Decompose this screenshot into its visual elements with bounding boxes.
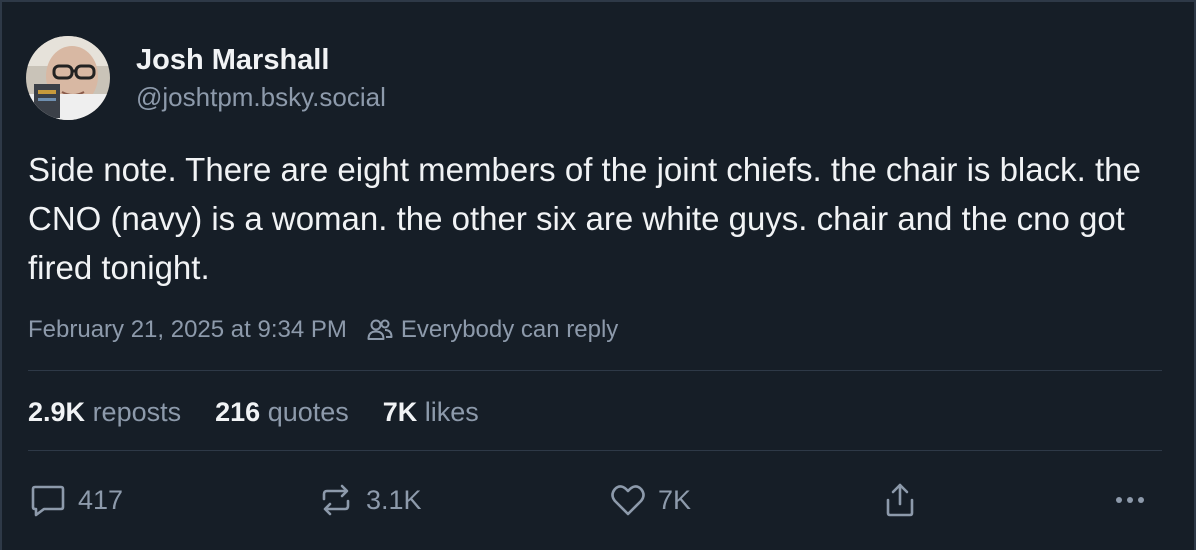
likes-count[interactable]: 7K likes bbox=[383, 394, 479, 430]
share-button[interactable] bbox=[880, 478, 930, 522]
more-options-icon bbox=[1116, 497, 1144, 503]
repost-count: 3.1K bbox=[366, 484, 422, 515]
reposts-count-label: reposts bbox=[92, 397, 182, 427]
quotes-count[interactable]: 216 quotes bbox=[215, 394, 349, 430]
divider bbox=[28, 450, 1162, 451]
repost-button[interactable]: 3.1K bbox=[316, 478, 422, 522]
reposts-count-value: 2.9K bbox=[28, 397, 86, 427]
author-info: Josh Marshall @joshtpm.bsky.social bbox=[136, 41, 386, 115]
post-timestamp[interactable]: February 21, 2025 at 9:34 PM bbox=[28, 314, 347, 346]
like-count: 7K bbox=[658, 484, 692, 515]
share-icon bbox=[886, 483, 914, 517]
people-icon bbox=[367, 319, 393, 340]
divider bbox=[28, 370, 1162, 371]
post-thread-view: Josh Marshall @joshtpm.bsky.social Side … bbox=[0, 0, 1196, 550]
author-handle[interactable]: @joshtpm.bsky.social bbox=[136, 79, 386, 115]
reposts-count[interactable]: 2.9K reposts bbox=[28, 394, 181, 430]
engagement-counts: 2.9K reposts 216 quotes 7K likes bbox=[28, 394, 513, 430]
quotes-count-label: quotes bbox=[267, 397, 349, 427]
author-display-name[interactable]: Josh Marshall bbox=[136, 41, 386, 79]
comment-icon bbox=[31, 485, 65, 517]
reply-setting-label: Everybody can reply bbox=[400, 316, 619, 343]
reply-setting[interactable]: Everybody can reply bbox=[367, 314, 618, 346]
avatar[interactable] bbox=[26, 36, 110, 120]
like-button[interactable]: 7K bbox=[608, 478, 691, 522]
action-bar: 417 3.1K 7K bbox=[28, 478, 1162, 522]
avatar-image bbox=[26, 36, 110, 120]
post-text: Side note. There are eight members of th… bbox=[28, 151, 1141, 286]
likes-count-value: 7K bbox=[382, 397, 418, 427]
likes-count-label: likes bbox=[424, 397, 479, 427]
reply-count: 417 bbox=[78, 484, 124, 515]
repost-icon bbox=[322, 484, 350, 516]
heart-icon bbox=[611, 485, 645, 516]
more-options-button[interactable] bbox=[1110, 478, 1160, 522]
reply-button[interactable]: 417 bbox=[28, 478, 123, 522]
quotes-count-value: 216 bbox=[215, 397, 261, 427]
post-header: Josh Marshall @joshtpm.bsky.social bbox=[26, 36, 386, 120]
post-meta: February 21, 2025 at 9:34 PM Everybody c… bbox=[28, 314, 618, 346]
